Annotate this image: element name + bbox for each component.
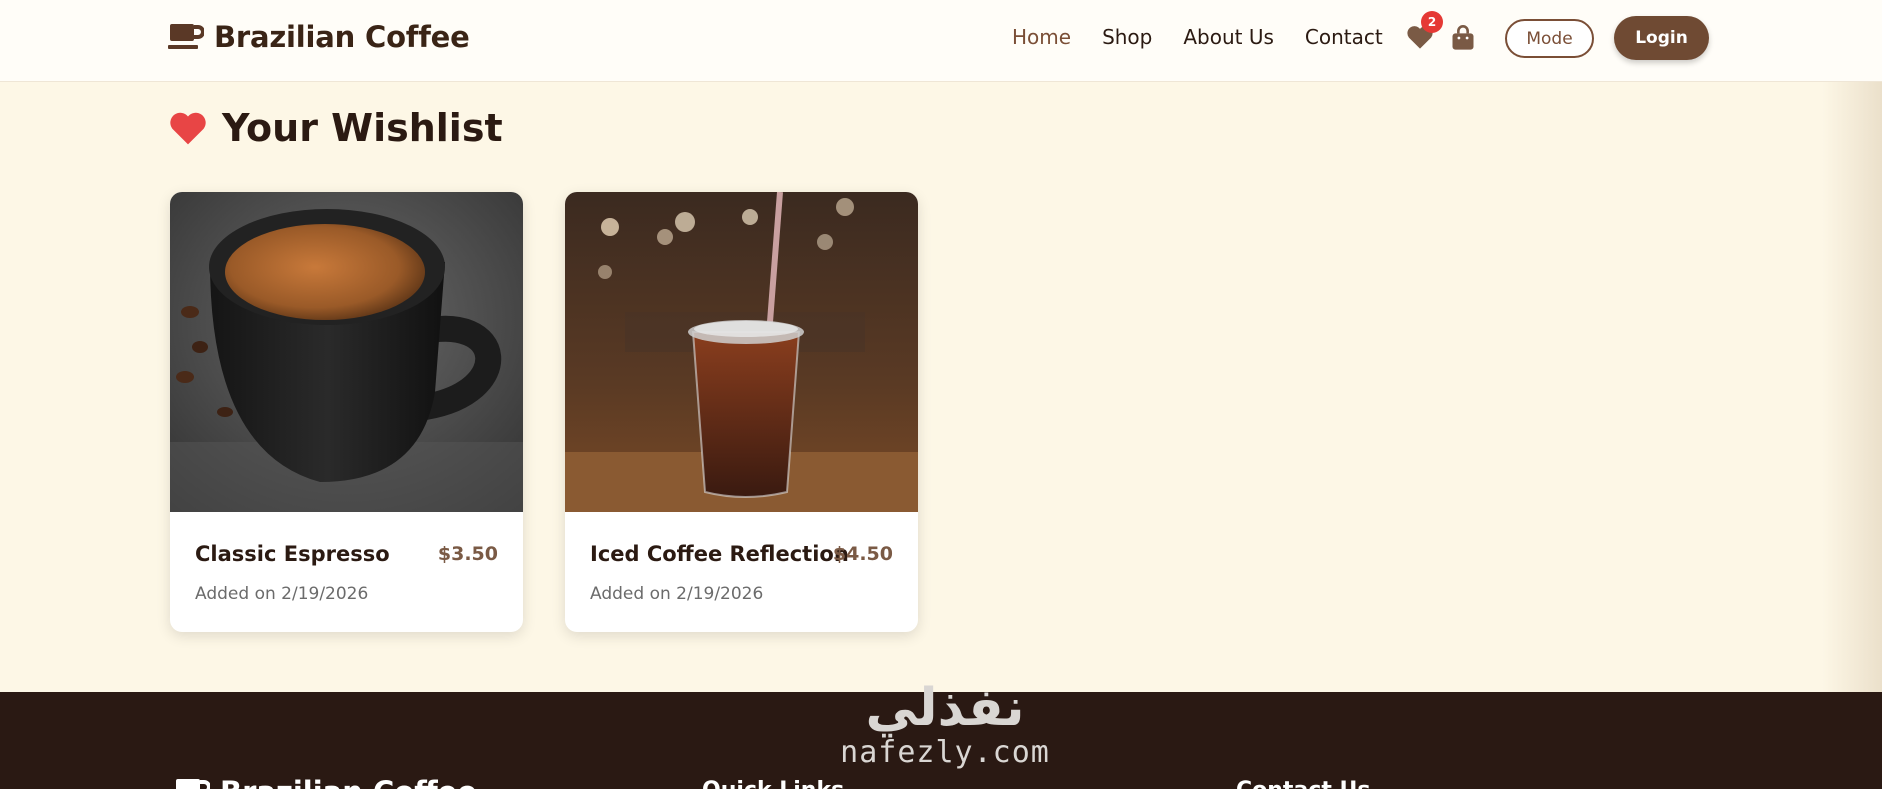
page-title: Your Wishlist xyxy=(168,106,503,150)
watermark: نفذلي nafezly.com xyxy=(830,680,1060,770)
login-button[interactable]: Login xyxy=(1614,16,1709,60)
iced-coffee-photo[interactable] xyxy=(565,192,918,512)
brand-name: Brazilian Coffee xyxy=(214,20,470,54)
wishlist-item-card[interactable]: Iced Coffee Reflection $4.50 Added on 2/… xyxy=(565,192,918,632)
watermark-arabic: نفذلي xyxy=(865,678,1025,738)
card-body: Classic Espresso $3.50 Added on 2/19/202… xyxy=(170,512,523,632)
item-price: $4.50 xyxy=(832,543,893,565)
watermark-url: nafezly.com xyxy=(840,735,1050,770)
cart-button[interactable] xyxy=(1450,24,1480,54)
card-body: Iced Coffee Reflection $4.50 Added on 2/… xyxy=(565,512,918,632)
espresso-cup-photo[interactable] xyxy=(170,192,523,512)
wishlist-count-badge: 2 xyxy=(1421,11,1443,33)
shopping-bag-icon xyxy=(1452,25,1474,50)
footer-brand-name: Brazilian Coffee xyxy=(220,775,477,789)
mode-toggle-button[interactable]: Mode xyxy=(1505,19,1594,58)
heart-icon xyxy=(170,112,206,145)
footer-contact-heading: Contact Us xyxy=(1236,778,1370,789)
footer-quick-links-heading: Quick Links xyxy=(702,778,844,789)
nav-about-us[interactable]: About Us xyxy=(1183,25,1274,49)
nav-home[interactable]: Home xyxy=(1012,25,1071,49)
item-price: $3.50 xyxy=(437,543,498,565)
page-edge-shadow xyxy=(1822,82,1882,692)
wishlist-item-card[interactable]: Classic Espresso $3.50 Added on 2/19/202… xyxy=(170,192,523,632)
coffee-cup-icon xyxy=(176,779,210,789)
nav-shop[interactable]: Shop xyxy=(1102,25,1152,49)
brand-logo[interactable]: Brazilian Coffee xyxy=(168,20,470,54)
item-added-date: Added on 2/19/2026 xyxy=(590,584,764,604)
coffee-cup-icon xyxy=(168,24,204,49)
nav-contact[interactable]: Contact xyxy=(1305,25,1383,49)
page-title-text: Your Wishlist xyxy=(222,106,503,150)
item-added-date: Added on 2/19/2026 xyxy=(195,584,369,604)
main-nav: Home Shop About Us Contact xyxy=(1012,25,1414,49)
site-header: Brazilian Coffee Home Shop About Us Cont… xyxy=(0,0,1882,82)
footer-brand[interactable]: Brazilian Coffee xyxy=(174,775,477,789)
